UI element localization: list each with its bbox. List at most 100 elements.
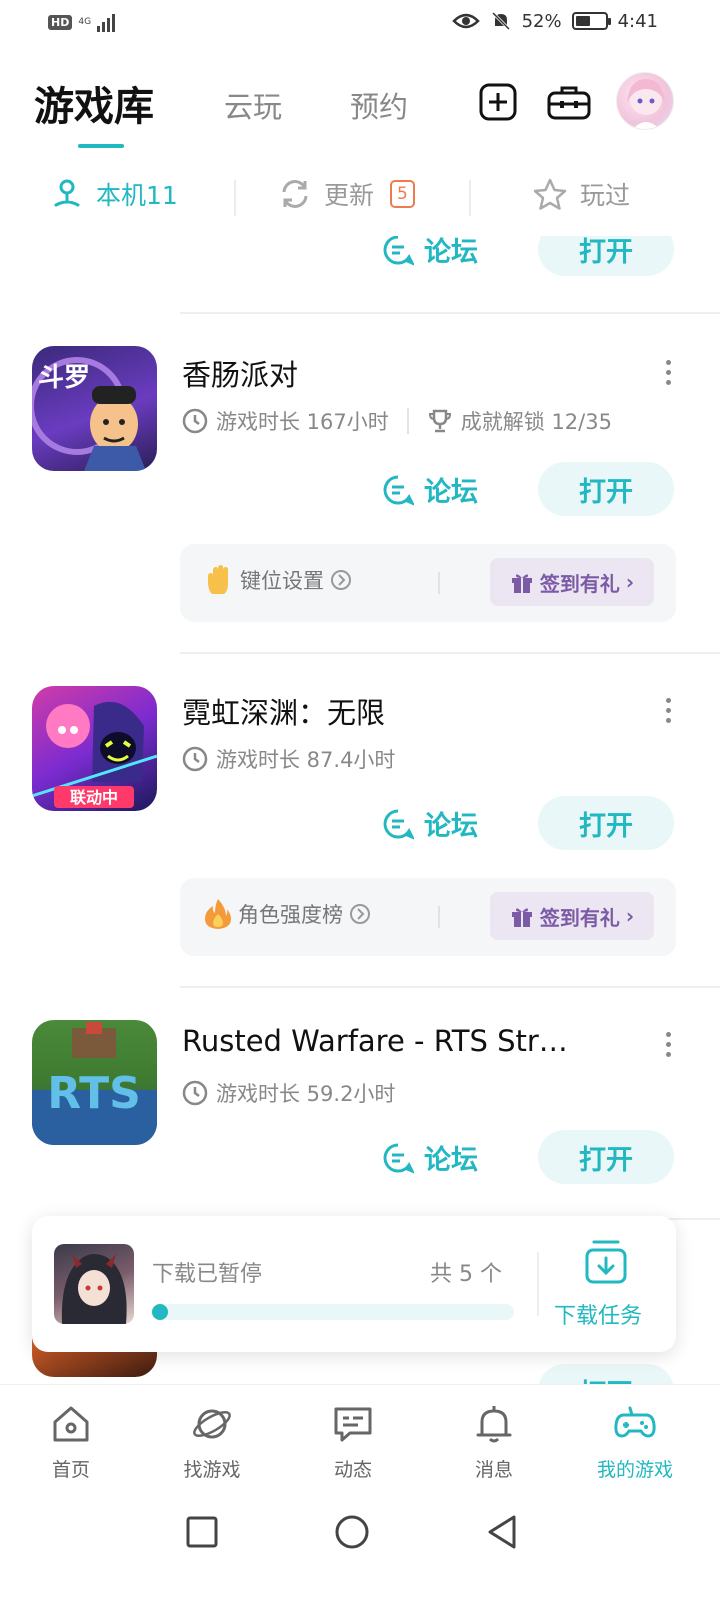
partial-row-actions: 打开 <box>380 1364 676 1384</box>
nav-feed[interactable]: 动态 <box>288 1403 418 1482</box>
forum-icon <box>383 475 414 505</box>
gift-icon <box>511 574 532 593</box>
game-title[interactable]: Rusted Warfare - RTS Str… <box>182 1024 568 1058</box>
header: 游戏库 云玩 预约 <box>0 60 720 150</box>
game-icon-badge: RTS <box>47 1068 141 1119</box>
game-list[interactable]: 论坛 打开 斗罗 香肠派对 游戏时长 167小时 成就解锁 12/35 论坛 打… <box>0 236 720 1384</box>
nav-find-games[interactable]: 找游戏 <box>147 1403 277 1482</box>
character-ranking-link[interactable]: 角色强度榜 <box>204 898 371 930</box>
forum-label: 论坛 <box>424 1145 478 1176</box>
download-tray-icon[interactable] <box>584 1238 628 1286</box>
download-panel[interactable]: 下载已暂停 共 5 个 下载任务 <box>32 1216 676 1352</box>
recent-apps-icon[interactable] <box>182 1512 222 1552</box>
active-tab-indicator <box>78 144 124 148</box>
toolbox-icon[interactable] <box>546 82 592 122</box>
tab-cloud-play[interactable]: 云玩 <box>224 84 282 126</box>
nav-messages[interactable]: 消息 <box>429 1403 559 1482</box>
system-nav-bar <box>0 1490 720 1600</box>
nav-label: 找游戏 <box>183 1459 241 1481</box>
trophy-icon <box>428 409 451 433</box>
subtab-local[interactable]: 本机11 <box>50 176 178 212</box>
clock-icon <box>182 1080 208 1106</box>
battery-percent: 52% <box>521 10 562 32</box>
download-game-thumbnail <box>54 1244 134 1324</box>
avatar[interactable] <box>616 72 674 130</box>
playtime-label: 游戏时长 59.2小时 <box>216 1082 396 1106</box>
signal-icon <box>97 12 116 32</box>
row-divider <box>180 986 720 988</box>
row-divider <box>180 312 720 314</box>
home-icon <box>53 1406 89 1442</box>
nav-my-games[interactable]: 我的游戏 <box>570 1403 700 1482</box>
achievement-label: 成就解锁 12/35 <box>460 410 612 434</box>
chevron-right-icon: › <box>625 904 635 928</box>
forum-button[interactable]: 论坛 <box>382 236 478 269</box>
subtab-played-label: 玩过 <box>580 181 631 210</box>
more-icon[interactable] <box>662 360 674 385</box>
playtime-label: 游戏时长 87.4小时 <box>216 748 396 772</box>
update-count-badge: 5 <box>390 180 415 208</box>
subtab-divider <box>469 180 471 216</box>
forum-button[interactable]: 论坛 <box>382 1138 478 1177</box>
row-divider <box>180 652 720 654</box>
game-icon-sausage-party[interactable]: 斗罗 <box>32 346 157 471</box>
svg-text:斗罗: 斗罗 <box>38 363 90 393</box>
game-title[interactable]: 霓虹深渊：无限 <box>182 690 385 732</box>
game-actions: 论坛 打开 <box>380 462 676 518</box>
forum-button[interactable]: 论坛 <box>382 470 478 509</box>
open-button[interactable]: 打开 <box>538 236 674 276</box>
status-right: 52% 4:41 <box>451 10 658 32</box>
forum-label: 论坛 <box>424 237 478 268</box>
download-divider <box>537 1252 539 1316</box>
open-button[interactable]: 打开 <box>538 1130 674 1184</box>
nav-home[interactable]: 首页 <box>6 1403 136 1482</box>
open-button[interactable]: 打开 <box>538 462 674 516</box>
add-icon[interactable] <box>478 82 518 122</box>
game-icon-neon-abyss[interactable]: 联动中 <box>32 686 157 811</box>
bottom-nav: 首页 找游戏 动态 消息 我的游戏 <box>0 1384 720 1490</box>
game-title[interactable]: 香肠派对 <box>182 352 298 394</box>
bell-icon <box>476 1406 512 1443</box>
subtab-local-label: 本机11 <box>96 181 178 210</box>
subtab-played[interactable]: 玩过 <box>532 176 630 212</box>
card-divider <box>438 572 440 594</box>
phone-stand-icon <box>54 179 80 207</box>
status-left: HD 4G <box>48 12 116 32</box>
nav-label: 首页 <box>51 1459 90 1481</box>
game-actions: 论坛 打开 <box>380 1130 676 1186</box>
subtab-update[interactable]: 更新 5 <box>278 176 415 212</box>
key-settings-link[interactable]: 键位设置 <box>204 564 352 596</box>
forum-icon <box>383 1143 414 1173</box>
chat-icon <box>334 1407 372 1442</box>
status-bar: HD 4G 52% 4:41 <box>0 0 720 48</box>
open-button[interactable]: 打开 <box>538 1364 674 1384</box>
more-icon[interactable] <box>662 1032 674 1057</box>
game-icon-rusted-warfare[interactable]: RTS <box>32 1020 157 1145</box>
forum-button[interactable]: 论坛 <box>382 804 478 843</box>
sign-in-gift-button[interactable]: 签到有礼 › <box>490 892 654 940</box>
home-button-icon[interactable] <box>332 1512 372 1552</box>
bell-muted-icon <box>491 11 510 31</box>
back-icon[interactable] <box>482 1512 522 1552</box>
more-icon[interactable] <box>662 698 674 723</box>
gift-label: 签到有礼 <box>539 905 620 930</box>
network-label: 4G <box>78 16 92 27</box>
nav-label: 我的游戏 <box>596 1459 673 1481</box>
tab-reservations[interactable]: 预约 <box>350 84 408 126</box>
star-icon <box>533 178 567 210</box>
subtab-update-label: 更新 <box>324 181 375 210</box>
sign-in-gift-button[interactable]: 签到有礼 › <box>490 558 654 606</box>
battery-level <box>575 16 591 26</box>
hand-icon <box>208 565 228 594</box>
game-extras-card: 键位设置 签到有礼 › <box>180 544 676 622</box>
game-extras-card: 角色强度榜 签到有礼 › <box>180 878 676 956</box>
forum-label: 论坛 <box>424 477 478 508</box>
open-button[interactable]: 打开 <box>538 796 674 850</box>
game-meta: 游戏时长 87.4小时 <box>182 744 395 774</box>
forum-label: 论坛 <box>424 811 478 842</box>
download-tasks-button[interactable]: 下载任务 <box>554 1298 642 1330</box>
tab-game-library[interactable]: 游戏库 <box>34 74 154 132</box>
refresh-icon <box>282 180 308 208</box>
gamepad-icon <box>614 1406 656 1438</box>
game-meta: 游戏时长 59.2小时 <box>182 1078 395 1108</box>
